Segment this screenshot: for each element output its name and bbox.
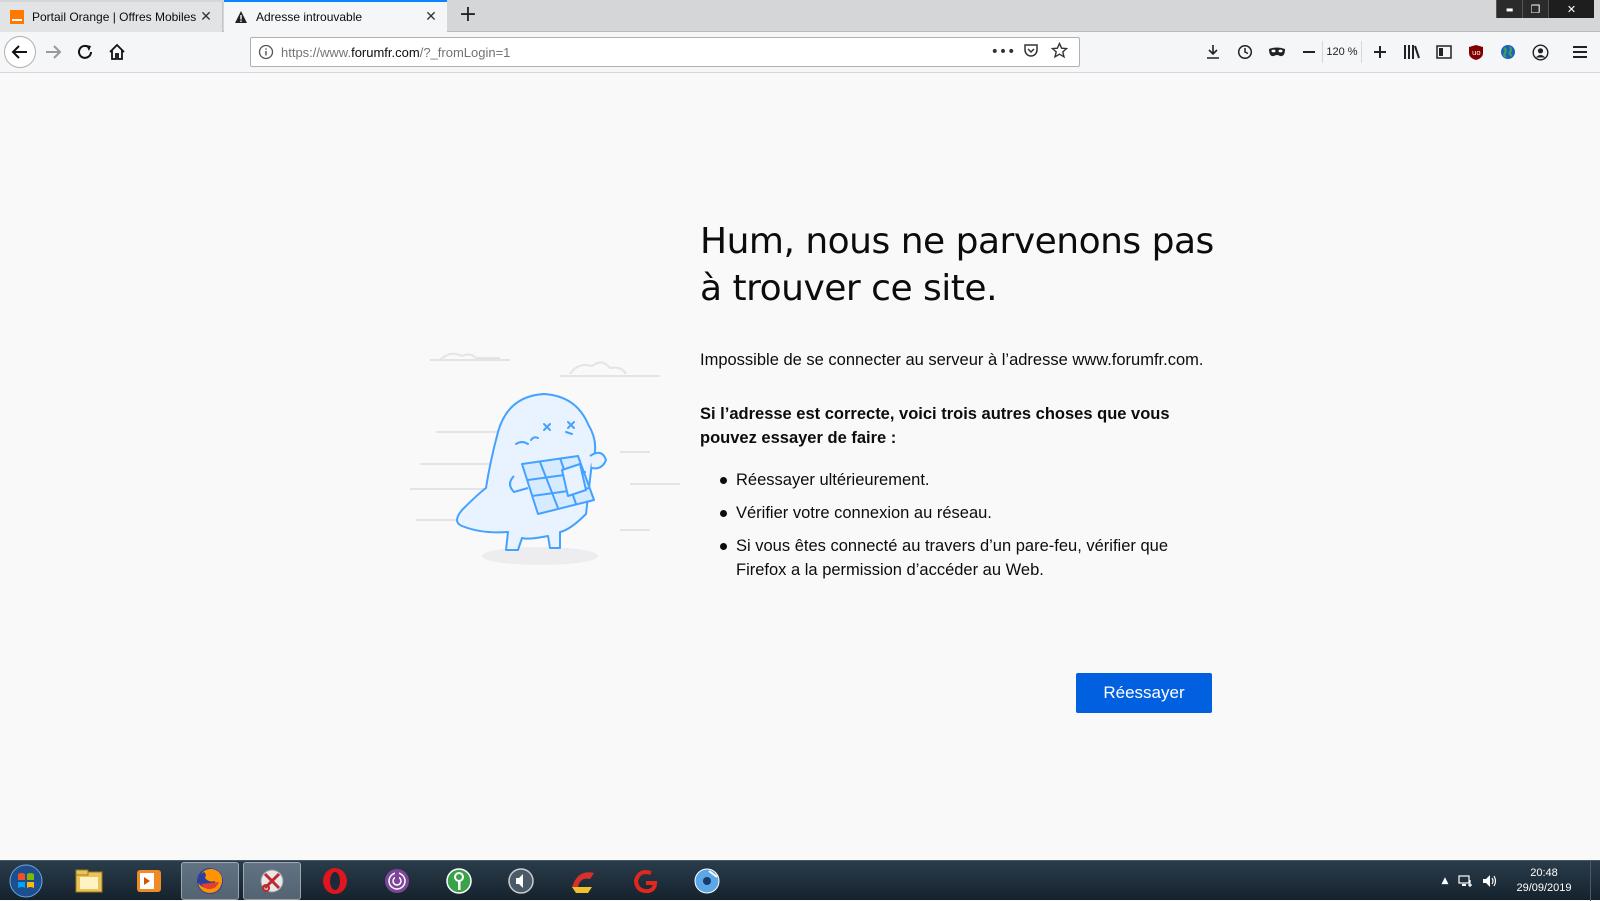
downloads-icon[interactable]	[1201, 40, 1225, 64]
url-text[interactable]: https://www.forumfr.com/?_fromLogin=1	[281, 45, 989, 60]
opera-icon[interactable]	[306, 862, 364, 900]
show-desktop-button[interactable]	[1590, 861, 1600, 901]
site-info-icon[interactable]	[251, 44, 281, 60]
sidebar-icon[interactable]	[1432, 40, 1456, 64]
svg-text:uo: uo	[1472, 49, 1481, 57]
error-title: Hum, nous ne parvenons pas à trouver ce …	[700, 221, 1214, 309]
clock[interactable]: 20:48 29/09/2019	[1500, 866, 1588, 896]
tor-icon[interactable]	[368, 862, 426, 900]
tab-adresse-introuvable[interactable]: Adresse introuvable ✕	[224, 0, 447, 32]
media-player-icon[interactable]	[120, 862, 178, 900]
tab-strip: Portail Orange | Offres Mobiles ✕ Adress…	[0, 0, 1600, 32]
retry-button[interactable]: Réessayer	[1076, 673, 1212, 713]
arrow-right-icon	[46, 45, 62, 59]
history-icon[interactable]	[1233, 40, 1257, 64]
new-tab-button[interactable]: +	[456, 4, 480, 28]
window-controls: ▬ ❐ ✕	[1496, 0, 1594, 18]
zoom-level[interactable]: 120 %	[1322, 41, 1362, 63]
snipping-tool-icon[interactable]	[243, 862, 301, 900]
lost-dino-illustration	[410, 344, 680, 574]
list-item: Si vous êtes connecté au travers d’un pa…	[720, 534, 1220, 582]
tab-close-icon[interactable]: ✕	[196, 7, 216, 27]
close-window-button[interactable]: ✕	[1548, 0, 1594, 18]
error-message: Hum, nous ne parvenons pas à trouver ce …	[700, 218, 1220, 591]
network-icon[interactable]	[1454, 874, 1478, 888]
windows-taskbar: ▲ 20:48 29/09/2019	[0, 860, 1600, 901]
keepass-icon[interactable]	[430, 862, 488, 900]
show-hidden-icons-icon[interactable]: ▲	[1436, 876, 1454, 886]
start-button[interactable]	[6, 863, 46, 899]
tab-title: Portail Orange | Offres Mobiles	[32, 10, 196, 24]
address-bar[interactable]: https://www.forumfr.com/?_fromLogin=1 ••…	[250, 37, 1080, 67]
firefox-icon[interactable]	[181, 862, 239, 900]
library-icon[interactable]	[1400, 40, 1424, 64]
back-button[interactable]	[4, 36, 36, 68]
tab-orange[interactable]: Portail Orange | Offres Mobiles ✕	[0, 2, 223, 32]
list-item: Vérifier votre connexion au réseau.	[720, 501, 1220, 525]
tab-title: Adresse introuvable	[256, 10, 363, 24]
tab-close-icon[interactable]: ✕	[421, 7, 441, 27]
list-item: Réessayer ultérieurement.	[720, 468, 1220, 492]
error-description: Impossible de se connecter au serveur à …	[700, 351, 1204, 369]
ublock-icon[interactable]: uo	[1464, 40, 1488, 64]
home-icon	[109, 43, 125, 60]
suggestions-heading: Si l’adresse est correcte, voici trois a…	[700, 405, 1170, 447]
ccleaner-icon[interactable]	[554, 862, 612, 900]
zoom-in-button[interactable]	[1368, 40, 1392, 64]
bookmark-star-icon[interactable]	[1045, 41, 1073, 63]
error-page: Hum, nous ne parvenons pas à trouver ce …	[0, 74, 1600, 860]
warning-icon	[233, 9, 249, 25]
reload-button[interactable]	[70, 37, 100, 67]
clock-time: 20:48	[1530, 867, 1558, 879]
explorer-icon[interactable]	[60, 862, 118, 900]
clock-date: 29/09/2019	[1516, 882, 1572, 894]
orange-favicon	[9, 9, 25, 25]
globe-extension-icon[interactable]	[1496, 40, 1520, 64]
suggestions-list: Réessayer ultérieurement. Vérifier votre…	[700, 468, 1220, 582]
audio-icon[interactable]	[492, 862, 550, 900]
arrow-left-icon	[11, 45, 27, 59]
reload-icon	[78, 44, 92, 59]
navigation-toolbar: https://www.forumfr.com/?_fromLogin=1 ••…	[0, 32, 1600, 73]
zoom-out-button[interactable]	[1297, 40, 1321, 64]
private-mask-icon[interactable]	[1265, 40, 1289, 64]
minimize-button[interactable]: ▬	[1496, 0, 1522, 18]
home-button[interactable]	[102, 37, 132, 67]
system-tray: ▲	[1436, 861, 1502, 901]
aol-icon[interactable]	[616, 862, 674, 900]
volume-icon[interactable]	[1478, 874, 1502, 888]
pocket-icon[interactable]	[1017, 42, 1045, 62]
forward-button[interactable]	[38, 37, 68, 67]
account-icon[interactable]	[1528, 40, 1552, 64]
restore-button[interactable]: ❐	[1522, 0, 1548, 18]
menu-icon[interactable]	[1568, 40, 1592, 64]
page-actions-icon[interactable]: •••	[989, 44, 1017, 60]
dvd-icon[interactable]	[678, 862, 736, 900]
